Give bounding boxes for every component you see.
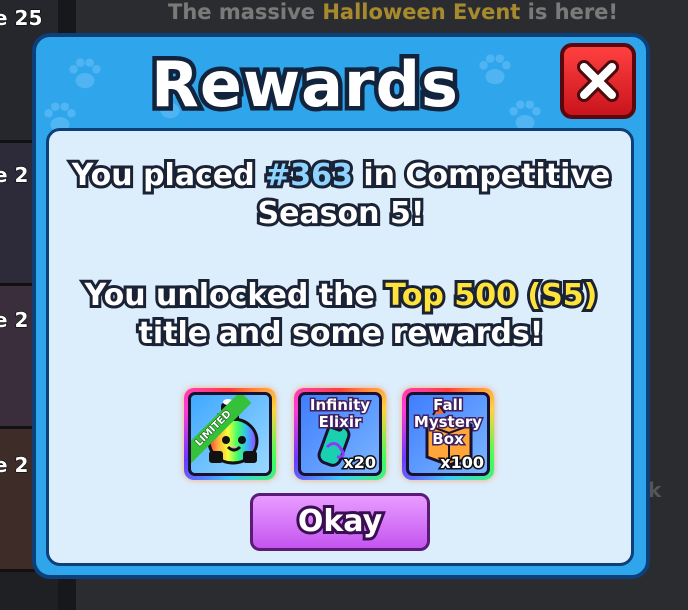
- unlock-prefix: You unlocked the: [82, 275, 386, 316]
- reward-item-infinity-elixir[interactable]: Infinity Elixir x20: [294, 388, 386, 480]
- reward-item-quantity: x20: [342, 452, 378, 474]
- reward-item-name: Fall Mystery Box: [412, 395, 483, 449]
- event-banner: The massive Halloween Event is here!: [167, 0, 619, 28]
- season-text: Season 5!: [254, 193, 427, 234]
- placement-suffix: in Competitive: [352, 155, 613, 196]
- unlock-message: You unlocked the Top 500 (S5): [0, 275, 682, 316]
- event-banner-prefix: The massive: [167, 0, 323, 25]
- placement-message: You placed #363 in Competitive: [0, 155, 682, 196]
- reward-item-quantity: x100: [439, 452, 486, 474]
- close-button[interactable]: [560, 43, 636, 119]
- okay-button[interactable]: Okay: [250, 493, 430, 551]
- reward-item-fall-mystery-box[interactable]: Fall Mystery Box x100: [402, 388, 494, 480]
- event-banner-highlight: Halloween Event: [322, 0, 521, 25]
- unlocked-title-text: Top 500 (S5): [382, 275, 600, 316]
- placement-prefix: You placed: [69, 155, 266, 196]
- reward-item-limited-pet[interactable]: LIMITED: [184, 388, 276, 480]
- unlock-message-end: title and some rewards!: [136, 313, 547, 354]
- placement-rank: #363: [262, 155, 356, 196]
- close-icon: [577, 60, 619, 102]
- background-card-label: e 25: [0, 6, 43, 31]
- background-card-label: e 2: [0, 453, 29, 478]
- dialog-title: Rewards: [147, 44, 463, 126]
- reward-item-name: Infinity Elixir: [308, 395, 371, 432]
- event-banner-suffix: is here!: [520, 0, 619, 25]
